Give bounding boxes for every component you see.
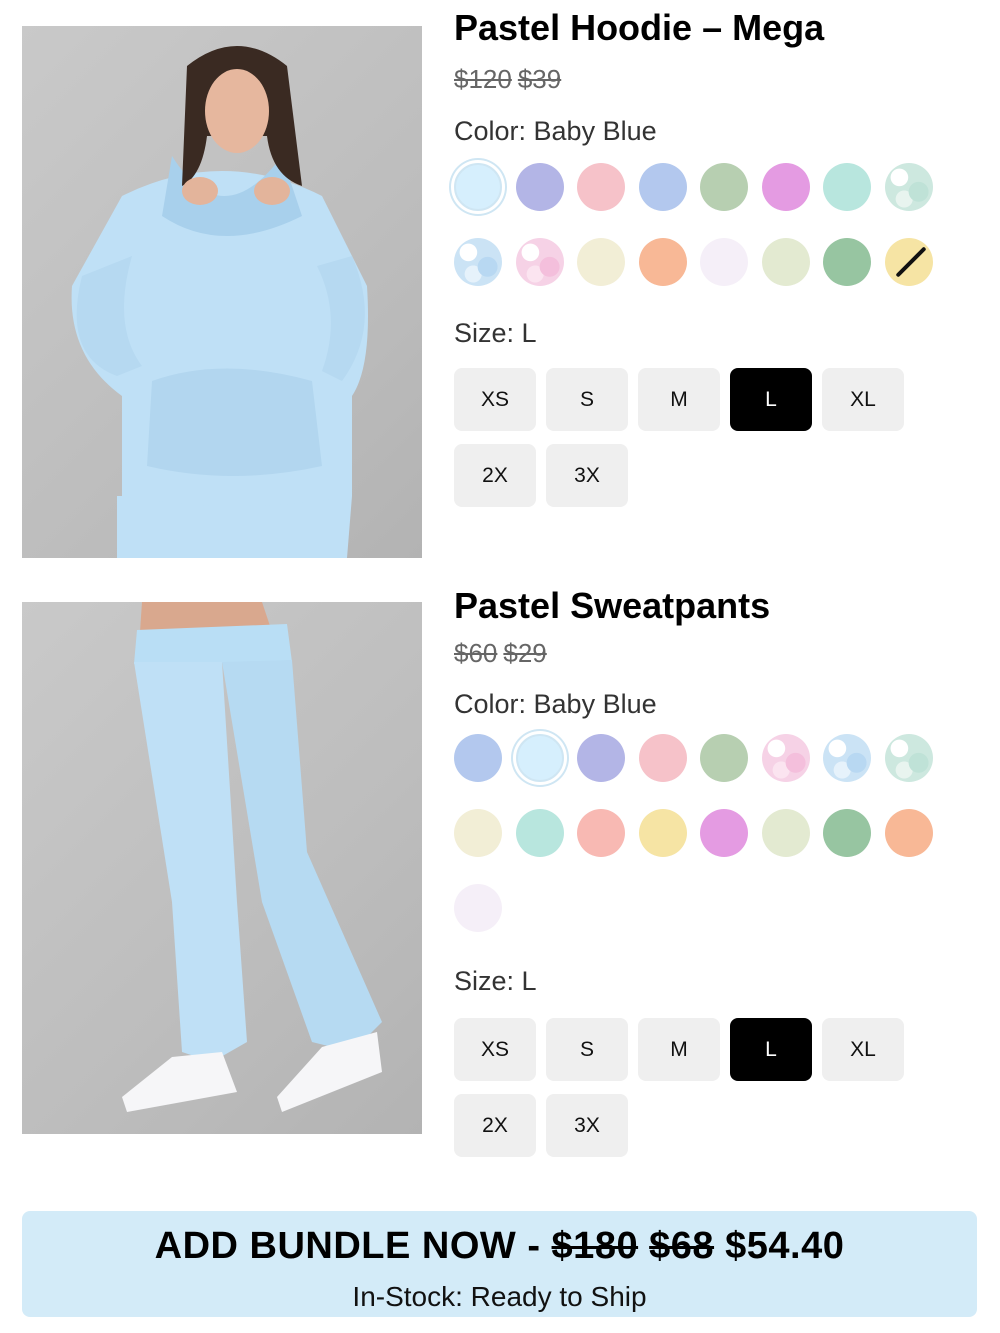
- size-option-xs[interactable]: XS: [454, 1018, 536, 1081]
- color-swatch[interactable]: [638, 809, 687, 857]
- color-swatch[interactable]: [577, 809, 625, 857]
- size-option-m[interactable]: M: [638, 1018, 720, 1081]
- sweatpants-product-image[interactable]: [22, 602, 422, 1134]
- color-swatch[interactable]: [638, 734, 687, 782]
- color-swatch[interactable]: [577, 163, 625, 211]
- color-swatch[interactable]: [454, 884, 502, 932]
- color-swatch[interactable]: [515, 734, 564, 782]
- color-swatch[interactable]: [761, 163, 810, 211]
- color-swatch[interactable]: [823, 238, 871, 286]
- color-swatch[interactable]: [700, 163, 748, 211]
- add-bundle-button[interactable]: ADD BUNDLE NOW - $180 $68 $54.40 In-Stoc…: [22, 1211, 977, 1317]
- bundle-price-line: ADD BUNDLE NOW - $180 $68 $54.40: [22, 1225, 977, 1268]
- size-option-xl[interactable]: XL: [822, 368, 904, 431]
- size-options: XS S M L XL 2X 3X: [454, 368, 914, 508]
- bundle-prefix: ADD BUNDLE NOW -: [154, 1225, 552, 1267]
- color-swatch[interactable]: [700, 734, 748, 782]
- size-option-3x[interactable]: 3X: [546, 1094, 628, 1157]
- original-price: $120: [454, 64, 512, 94]
- sale-price: $29: [503, 638, 547, 668]
- price-row: $120 $39: [454, 64, 567, 95]
- bundle-compare-price: $68: [649, 1225, 715, 1267]
- color-swatch[interactable]: [761, 734, 810, 782]
- hoodie-product-image[interactable]: [22, 26, 422, 558]
- product-title: Pastel Hoodie – Mega: [454, 7, 825, 48]
- product-hoodie: Pastel Hoodie – Mega $120 $39 Color: Baby…: [0, 0, 1000, 570]
- color-swatch[interactable]: [700, 809, 748, 857]
- color-swatch[interactable]: [823, 163, 871, 211]
- color-swatch[interactable]: [454, 238, 502, 286]
- color-swatches: [454, 163, 954, 293]
- product-sweatpants: Pastel Sweatpants $60 $29 Color: Baby Blu…: [0, 580, 1000, 1180]
- size-label: Size: L: [454, 966, 537, 996]
- color-swatch[interactable]: [577, 734, 625, 782]
- color-swatch[interactable]: [823, 734, 871, 782]
- color-swatch[interactable]: [884, 163, 933, 211]
- color-swatch[interactable]: [638, 163, 687, 211]
- color-swatch[interactable]: [884, 809, 933, 857]
- color-label: Color: Baby Blue: [454, 689, 657, 719]
- sale-price: $39: [517, 64, 562, 94]
- color-swatch[interactable]: [823, 809, 871, 857]
- sold-out-slash-icon: [894, 246, 927, 278]
- original-price: $60: [454, 638, 498, 668]
- size-option-l[interactable]: L: [730, 368, 812, 431]
- hoodie-info: Pastel Hoodie – Mega $120 $39 Color: Baby…: [454, 8, 974, 528]
- color-swatch[interactable]: [515, 238, 564, 286]
- price-row: $60 $29: [454, 638, 553, 669]
- color-swatch[interactable]: [638, 238, 687, 286]
- color-swatch[interactable]: [577, 238, 625, 286]
- size-options: XS S M L XL 2X 3X: [454, 1018, 914, 1158]
- color-swatch[interactable]: [761, 809, 810, 857]
- color-swatch[interactable]: [884, 238, 933, 286]
- stock-status: In-Stock: Ready to Ship: [352, 1281, 647, 1312]
- color-swatch[interactable]: [454, 163, 502, 211]
- color-swatch[interactable]: [454, 809, 502, 857]
- size-option-2x[interactable]: 2X: [454, 444, 536, 507]
- color-swatch[interactable]: [761, 238, 810, 286]
- bundle-original-price: $180: [551, 1225, 639, 1267]
- bundle-final-price: $54.40: [725, 1225, 845, 1267]
- size-option-m[interactable]: M: [638, 368, 720, 431]
- size-option-s[interactable]: S: [546, 1018, 628, 1081]
- size-label: Size: L: [454, 318, 537, 348]
- size-option-2x[interactable]: 2X: [454, 1094, 536, 1157]
- size-option-xl[interactable]: XL: [822, 1018, 904, 1081]
- size-option-l[interactable]: L: [730, 1018, 812, 1081]
- sweatpants-info: Pastel Sweatpants $60 $29 Color: Baby Blu…: [454, 586, 974, 1166]
- color-swatch[interactable]: [700, 238, 748, 286]
- product-title: Pastel Sweatpants: [454, 585, 771, 626]
- size-option-xs[interactable]: XS: [454, 368, 536, 431]
- size-option-3x[interactable]: 3X: [546, 444, 628, 507]
- color-swatch[interactable]: [884, 734, 933, 782]
- color-swatch[interactable]: [454, 734, 502, 782]
- color-swatch[interactable]: [515, 809, 564, 857]
- color-swatches: [454, 734, 954, 944]
- color-label: Color: Baby Blue: [454, 116, 657, 146]
- size-option-s[interactable]: S: [546, 368, 628, 431]
- color-swatch[interactable]: [515, 163, 564, 211]
